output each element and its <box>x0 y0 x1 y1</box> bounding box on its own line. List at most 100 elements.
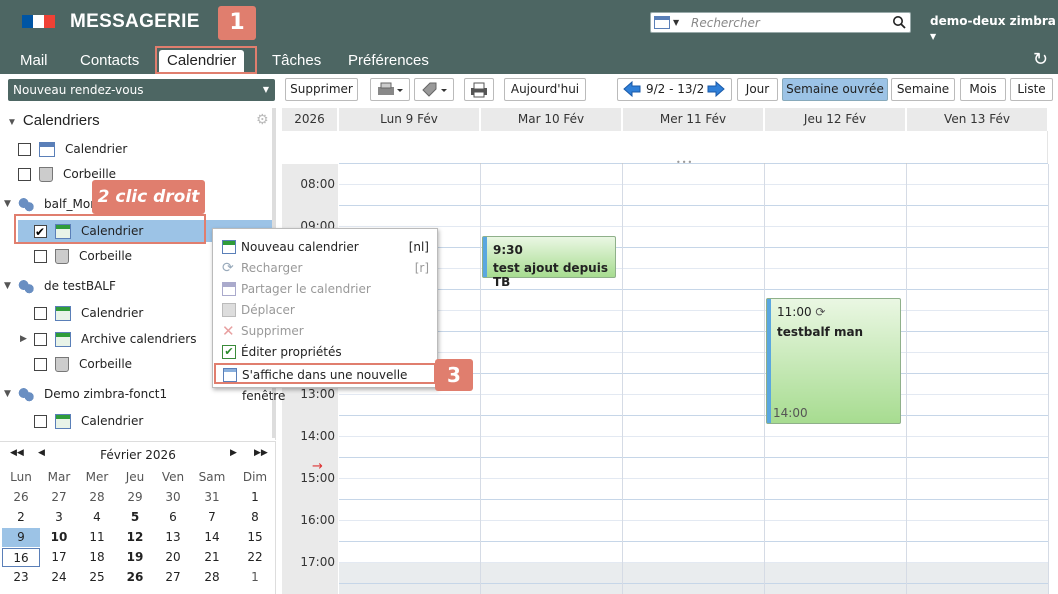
previous-month-icon[interactable]: ◀ <box>38 448 45 458</box>
previous-week-icon[interactable] <box>622 80 642 98</box>
previous-year-icon[interactable]: ◀◀ <box>10 448 24 458</box>
gear-icon[interactable]: ⚙ <box>256 112 269 128</box>
hour-gridline <box>339 541 480 542</box>
mini-calendar-day[interactable]: 30 <box>154 488 192 507</box>
next-month-icon[interactable]: ▶ <box>230 448 237 458</box>
user-menu[interactable]: demo-deux zimbra ▼ <box>930 14 1058 42</box>
calendar-item[interactable]: Calendrier <box>18 138 268 160</box>
refresh-icon[interactable]: ↻ <box>1033 49 1048 70</box>
next-week-icon[interactable] <box>706 80 726 98</box>
search-icon[interactable] <box>892 15 906 29</box>
calendar-checkbox[interactable] <box>34 414 47 428</box>
hour-gridline <box>623 310 764 311</box>
collapse-triangle-icon[interactable]: ▼ <box>4 193 18 215</box>
mini-calendar-day[interactable]: 13 <box>154 528 192 547</box>
print-options-button[interactable] <box>370 78 410 101</box>
view-list-button[interactable]: Liste <box>1010 78 1053 101</box>
mini-calendar-day[interactable]: 4 <box>78 508 116 527</box>
calendar-checkbox[interactable] <box>34 306 47 320</box>
mini-calendar-day[interactable]: 20 <box>154 548 192 567</box>
mini-calendar-day[interactable]: 8 <box>236 508 274 527</box>
appointment[interactable]: 11:00 ⟳ testbalf man 14:00 <box>766 298 901 424</box>
mini-calendar-day[interactable]: 26 <box>116 568 154 587</box>
day-column[interactable] <box>907 163 1049 594</box>
mini-calendar-day[interactable]: 9 <box>2 528 40 547</box>
mini-calendar-day[interactable]: 1 <box>236 568 274 587</box>
mini-calendar-day[interactable]: 21 <box>193 548 231 567</box>
day-header[interactable]: Mar 10 Fév <box>481 108 622 131</box>
hour-gridline <box>623 373 764 374</box>
mini-calendar-day[interactable]: 19 <box>116 548 154 567</box>
mini-calendar-day[interactable]: 2 <box>2 508 40 527</box>
mini-calendar-day[interactable]: 17 <box>40 548 78 567</box>
print-button[interactable] <box>464 78 494 101</box>
menu-item-open-new-window[interactable]: S'affiche dans une nouvelle fenêtre <box>214 363 436 403</box>
collapse-triangle-icon[interactable]: ▼ <box>4 275 18 297</box>
mini-calendar-day[interactable]: 26 <box>2 488 40 507</box>
mini-calendar-day[interactable]: 1 <box>236 488 274 507</box>
menu-item-new-calendar[interactable]: Nouveau calendrier [nl] <box>213 237 439 258</box>
calendar-checkbox[interactable] <box>18 142 31 156</box>
mini-calendar-day[interactable]: 18 <box>78 548 116 567</box>
mini-calendar-day[interactable]: 3 <box>40 508 78 527</box>
trash-checkbox[interactable] <box>34 249 47 263</box>
tab-preferences[interactable]: Préférences <box>340 50 437 74</box>
calendar-item[interactable]: Calendrier <box>34 410 268 432</box>
mini-calendar-day[interactable]: 6 <box>154 508 192 527</box>
trash-checkbox[interactable] <box>18 167 31 181</box>
mini-calendar-day[interactable]: 27 <box>154 568 192 587</box>
mini-calendar-day[interactable]: 5 <box>116 508 154 527</box>
day-header[interactable]: Mer 11 Fév <box>623 108 764 131</box>
mini-calendar-day[interactable]: 7 <box>193 508 231 527</box>
hour-gridline <box>623 268 764 269</box>
mini-calendar-day[interactable]: 28 <box>193 568 231 587</box>
view-month-button[interactable]: Mois <box>960 78 1006 101</box>
mini-calendar-day[interactable]: 16 <box>2 548 40 567</box>
mini-calendar-day[interactable]: 15 <box>236 528 274 547</box>
mini-calendar-day[interactable]: 25 <box>78 568 116 587</box>
mini-calendar-day[interactable]: 12 <box>116 528 154 547</box>
collapse-triangle-icon[interactable]: ▼ <box>7 117 17 128</box>
day-header[interactable]: Jeu 12 Fév <box>765 108 906 131</box>
all-day-row[interactable] <box>339 131 1048 164</box>
collapse-triangle-icon[interactable]: ▼ <box>4 383 18 405</box>
mini-calendar-day[interactable]: 24 <box>40 568 78 587</box>
mini-calendar-day[interactable]: 23 <box>2 568 40 587</box>
hour-gridline <box>765 184 906 185</box>
new-appointment-button[interactable]: Nouveau rendez-vous ▼ <box>8 79 275 101</box>
view-work-week-button[interactable]: Semaine ouvrée <box>782 78 888 101</box>
search-input[interactable] <box>691 15 881 31</box>
search-type-dropdown[interactable]: ▼ <box>654 15 690 30</box>
mini-calendar-day[interactable]: 27 <box>40 488 78 507</box>
tab-taches[interactable]: Tâches <box>264 50 329 74</box>
day-header[interactable]: Ven 13 Fév <box>907 108 1048 131</box>
today-button[interactable]: Aujourd'hui <box>504 78 586 101</box>
day-header[interactable]: Lun 9 Fév <box>339 108 480 131</box>
view-week-button[interactable]: Semaine <box>891 78 955 101</box>
hour-label: 17:00 <box>300 555 335 569</box>
next-year-icon[interactable]: ▶▶ <box>254 448 268 458</box>
appointment[interactable]: 9:30 test ajout depuis TB <box>482 236 616 289</box>
delete-button[interactable]: Supprimer <box>285 78 358 101</box>
tab-mail[interactable]: Mail <box>12 50 56 74</box>
mini-calendar-day[interactable]: 31 <box>193 488 231 507</box>
day-column[interactable] <box>623 163 765 594</box>
mini-calendar-day[interactable]: 29 <box>116 488 154 507</box>
user-name: demo-deux zimbra <box>930 14 1056 28</box>
menu-item-edit-properties[interactable]: ✔ Éditer propriétés <box>213 342 439 363</box>
calendars-header[interactable]: ▼ Calendriers <box>7 112 100 129</box>
chevron-down-icon: ▼ <box>673 18 680 27</box>
tag-button[interactable] <box>414 78 454 101</box>
mini-calendar-day[interactable]: 14 <box>193 528 231 547</box>
day-column[interactable] <box>481 163 623 594</box>
mini-calendar-day[interactable]: 28 <box>78 488 116 507</box>
trash-checkbox[interactable] <box>34 357 47 371</box>
printer-tray-icon <box>378 82 403 95</box>
mini-calendar-day[interactable]: 22 <box>236 548 274 567</box>
mini-calendar-day[interactable]: 10 <box>40 528 78 547</box>
expand-triangle-icon[interactable]: ▶ <box>20 328 34 350</box>
mini-calendar-day[interactable]: 11 <box>78 528 116 547</box>
tab-contacts[interactable]: Contacts <box>72 50 147 74</box>
calendar-checkbox[interactable] <box>34 332 47 346</box>
view-day-button[interactable]: Jour <box>737 78 778 101</box>
